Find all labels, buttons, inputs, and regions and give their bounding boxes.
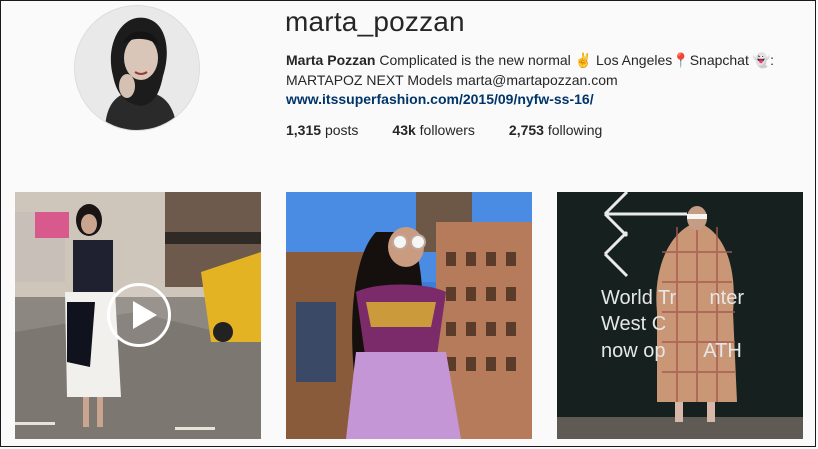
- profile-stats: 1,315 posts 43k followers 2,753 followin…: [286, 122, 636, 138]
- avatar-image: [75, 6, 199, 130]
- sign-text-line-3: now op ATH: [601, 340, 742, 362]
- following-count: 2,753: [508, 122, 544, 138]
- posts-label: posts: [324, 122, 359, 138]
- profile-avatar[interactable]: [74, 5, 200, 131]
- sign-text-line-1: World Tr nter: [601, 287, 744, 309]
- post-image-wall: [557, 192, 803, 439]
- post-thumbnail-video[interactable]: [15, 192, 261, 439]
- followers-label: followers: [419, 122, 475, 138]
- post-thumbnail-3[interactable]: World Tr nter West C now op ATH: [557, 192, 803, 439]
- post-thumbnail-2[interactable]: [286, 192, 532, 439]
- posts-count: 1,315: [286, 122, 322, 138]
- profile-full-name: Marta Pozzan: [286, 52, 376, 68]
- profile-username[interactable]: marta_pozzan: [285, 6, 465, 38]
- posts-stat[interactable]: 1,315 posts: [286, 122, 358, 138]
- post-image-portrait: [286, 192, 532, 439]
- bio-text-1: Complicated is the new normal ✌ Los Ange…: [379, 52, 775, 68]
- sign-text-line-2: West C: [601, 313, 667, 335]
- play-icon[interactable]: [107, 283, 171, 347]
- followers-count: 43k: [392, 122, 416, 138]
- following-label: following: [547, 122, 603, 138]
- profile-bio: Marta Pozzan Complicated is the new norm…: [286, 50, 786, 90]
- bio-text-2: MARTAPOZ NEXT Models marta@martapozzan.c…: [286, 72, 618, 88]
- followers-stat[interactable]: 43k followers: [392, 122, 475, 138]
- following-stat[interactable]: 2,753 following: [509, 122, 602, 138]
- bio-line-1: Marta Pozzan Complicated is the new norm…: [286, 50, 786, 70]
- profile-website-link[interactable]: www.itssuperfashion.com/2015/09/nyfw-ss-…: [286, 91, 594, 107]
